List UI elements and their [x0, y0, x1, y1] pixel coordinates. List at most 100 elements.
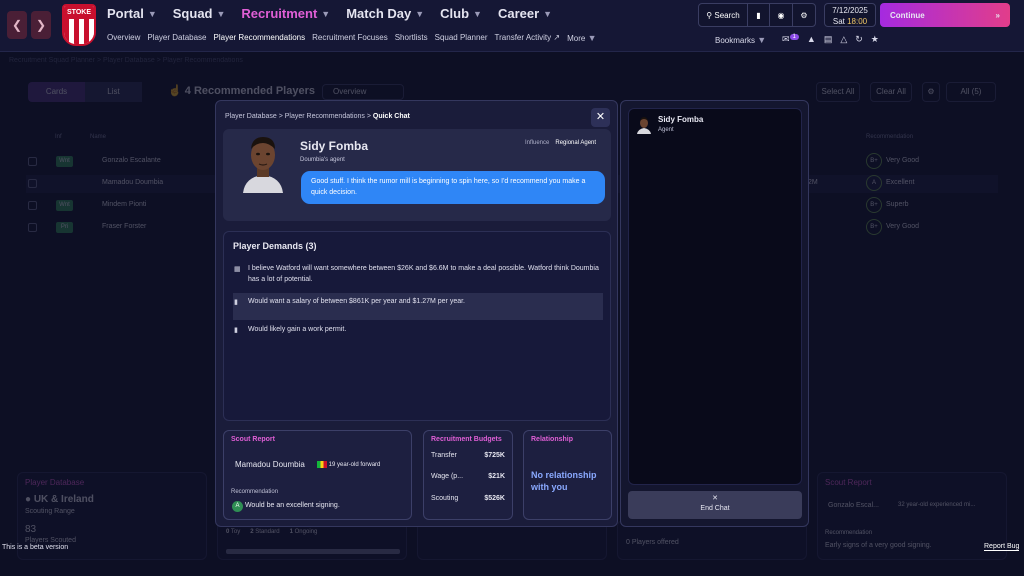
- budget-scouting-label: Scouting: [431, 495, 459, 502]
- subnav-player-database[interactable]: Player Database: [147, 33, 206, 43]
- relationship-title: Relationship: [531, 436, 574, 443]
- scout-desc-text: 19 year-old forward: [328, 462, 381, 469]
- row-checkbox[interactable]: [28, 179, 37, 188]
- chat-panel: Sidy Fomba Agent ✕ End Chat: [620, 100, 809, 527]
- date-text: 7/12/2025: [832, 6, 868, 15]
- relationship-card[interactable]: Relationship No relationship with you: [523, 430, 612, 520]
- thumbs-up-icon: ☝: [168, 85, 182, 97]
- gear-icon: ⚙: [800, 10, 808, 20]
- clear-all-button[interactable]: Clear All: [870, 82, 912, 102]
- shirt-icon[interactable]: ▲: [807, 34, 816, 45]
- world-button[interactable]: ◉: [770, 4, 793, 26]
- continue-button[interactable]: Continue »: [880, 3, 1010, 27]
- nav-club[interactable]: Club ▼: [440, 6, 482, 21]
- subnav-more[interactable]: More ▼: [567, 33, 596, 43]
- player-name[interactable]: Fraser Forster: [102, 223, 146, 230]
- search-button[interactable]: ⚲ Search: [699, 4, 748, 26]
- end-chat-button[interactable]: ✕ End Chat: [628, 491, 802, 519]
- overview-select[interactable]: Overview: [322, 84, 404, 100]
- recommendation-label: Very Good: [886, 223, 920, 230]
- document-icon[interactable]: ▤: [824, 34, 833, 45]
- refresh-icon[interactable]: ↻: [855, 34, 863, 45]
- cards-view-button[interactable]: Cards: [28, 82, 85, 102]
- row-checkbox[interactable]: [28, 157, 37, 166]
- nav-squad-label: Squad: [172, 6, 213, 21]
- filter-settings-button[interactable]: ⚙: [922, 82, 940, 102]
- interest-tag: Pri: [56, 222, 73, 233]
- select-all-button[interactable]: Select All: [816, 82, 860, 102]
- nav-match-day[interactable]: Match Day ▼: [346, 6, 424, 21]
- main-nav: Portal ▼ Squad ▼ Recruitment ▼ Match Day ▼ C…: [107, 6, 552, 21]
- flag-icon: [317, 461, 327, 468]
- demands-title: Player Demands (3): [233, 241, 317, 251]
- subnav-transfer-activity-label: Transfer Activity: [494, 33, 552, 42]
- breadcrumb-player-database[interactable]: Player Database: [225, 113, 277, 120]
- nav-recruitment[interactable]: Recruitment ▼: [241, 6, 330, 21]
- region-text: UK & Ireland: [33, 494, 94, 505]
- subnav-transfer-activity[interactable]: Transfer Activity ↗: [495, 33, 561, 43]
- breadcrumb-quick-chat: Quick Chat: [372, 113, 410, 120]
- recommendation-label: Recommendation: [825, 530, 873, 536]
- scouting-range-label: Scouting Range: [25, 508, 75, 515]
- nav-portal-label: Portal: [107, 6, 144, 21]
- status-count: 2: [250, 529, 254, 535]
- trophy-icon[interactable]: ★: [871, 34, 879, 45]
- contract-icon: ▮: [234, 299, 238, 306]
- subnav-player-recommendations[interactable]: Player Recommendations: [214, 33, 306, 43]
- double-chevron-right-icon: »: [995, 10, 1000, 20]
- nav-squad[interactable]: Squad ▼: [173, 6, 226, 21]
- back-button[interactable]: ❮: [7, 11, 27, 39]
- inbox-icon[interactable]: ✉ 1: [782, 34, 799, 45]
- bookmarks-menu[interactable]: Bookmarks ▼: [715, 35, 766, 45]
- club-crest[interactable]: STOKE: [62, 4, 96, 46]
- view-toggle: Cards List: [28, 82, 142, 102]
- region: ● UK & Ireland: [25, 494, 94, 505]
- page-breadcrumb: Recruitment Squad Planner > Player Datab…: [9, 57, 243, 64]
- time-text: 18:00: [847, 17, 868, 26]
- breadcrumb-player-recommendations[interactable]: Player Recommendations: [285, 113, 365, 120]
- notification-badge: 1: [789, 34, 799, 40]
- chevron-down-icon: ▼: [757, 35, 767, 45]
- tactics-icon[interactable]: △: [840, 34, 847, 45]
- recruitment-budgets-card[interactable]: Recruitment Budgets Transfer $725K Wage …: [423, 430, 513, 520]
- top-bar: ❮ ❯ STOKE Portal ▼ Squad ▼ Recruitment ▼ Ma…: [0, 0, 1024, 52]
- player-name[interactable]: Mindem Pionti: [102, 201, 146, 208]
- bookmarks-label: Bookmarks: [715, 36, 756, 45]
- settings-button[interactable]: ⚙: [793, 4, 815, 26]
- subnav-overview[interactable]: Overview: [107, 33, 140, 43]
- subnav-recruitment-focuses[interactable]: Recruitment Focuses: [312, 33, 388, 43]
- nav-career[interactable]: Career ▼: [498, 6, 552, 21]
- chevron-down-icon: ▼: [321, 8, 331, 19]
- page-title: ☝ 4 Recommended Players: [168, 84, 315, 97]
- budget-wage-label: Wage (p...: [431, 473, 464, 480]
- row-checkbox[interactable]: [28, 201, 37, 210]
- status-ongoing: 1 Ongoing: [290, 529, 318, 535]
- recommendation-grade: B+: [866, 197, 882, 213]
- nav-match-day-label: Match Day: [346, 6, 412, 21]
- influence: Influence Regional Agent: [525, 140, 596, 146]
- player-name[interactable]: Gonzalo Escalante: [102, 157, 161, 164]
- influence-value: Regional Agent: [555, 140, 597, 146]
- bookmark-icon: ▮: [756, 10, 761, 20]
- all-filter-select[interactable]: All (5): [946, 82, 996, 102]
- scout-report-card[interactable]: Scout Report Mamadou Doumbia 19 year-old…: [223, 430, 412, 520]
- demand-item: ▮ Would likely gain a work permit.: [233, 324, 603, 335]
- influence-label: Influence: [525, 140, 550, 146]
- bookmark-button[interactable]: ▮: [748, 4, 770, 26]
- toolbar-group: ⚲ Search ▮ ◉ ⚙: [698, 3, 816, 27]
- subnav-shortlists[interactable]: Shortlists: [395, 33, 428, 43]
- nav-portal[interactable]: Portal ▼: [107, 6, 157, 21]
- recommendation-grade: B+: [866, 153, 882, 169]
- chevron-left-icon: ❮: [11, 18, 23, 32]
- date-display[interactable]: 7/12/2025 Sat 18:00: [824, 3, 876, 27]
- scout-report-card-bg[interactable]: Scout Report Gonzalo Escal... 32 year-ol…: [817, 472, 1007, 560]
- list-view-button[interactable]: List: [85, 82, 142, 102]
- scout-report-title: Scout Report: [231, 436, 275, 443]
- forward-button[interactable]: ❯: [31, 11, 51, 39]
- close-button[interactable]: ✕: [591, 108, 610, 127]
- report-bug-link[interactable]: Report Bug: [984, 543, 1020, 551]
- row-checkbox[interactable]: [28, 223, 37, 232]
- status-count: 0: [226, 529, 230, 535]
- subnav-squad-planner[interactable]: Squad Planner: [435, 33, 488, 43]
- player-name[interactable]: Mamadou Doumbia: [102, 179, 163, 186]
